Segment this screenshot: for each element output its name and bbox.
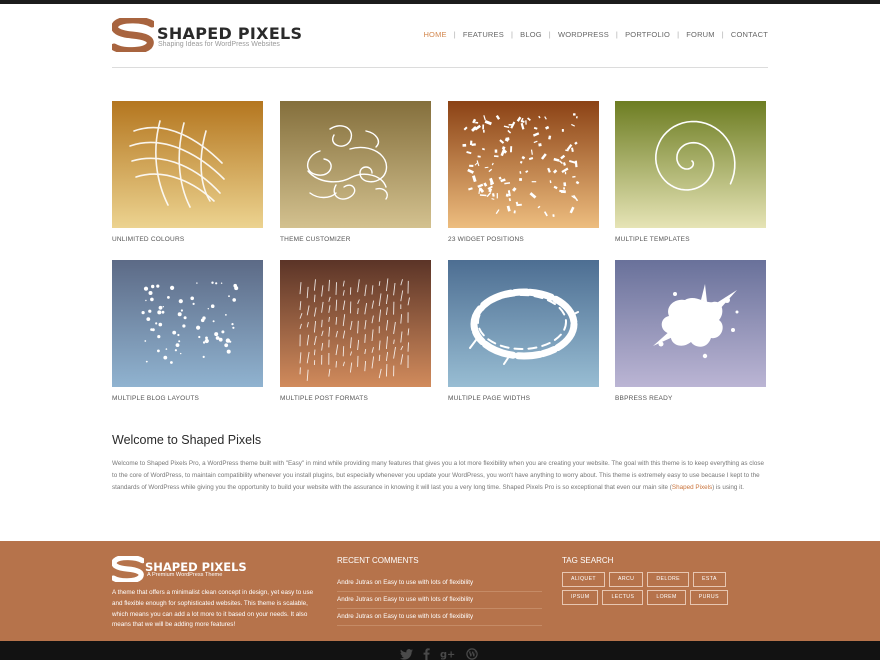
feature-card[interactable]: UNLIMITED COLOURS bbox=[112, 101, 263, 243]
footer-about-text: A theme that offers a minimalist clean c… bbox=[112, 589, 314, 629]
recent-comments-heading: RECENT COMMENTS bbox=[337, 556, 419, 565]
tag-lorem[interactable]: LOREM bbox=[647, 590, 686, 605]
nav-separator: | bbox=[677, 30, 680, 39]
nav-separator: | bbox=[453, 30, 456, 39]
welcome-text: Welcome to Shaped Pixels Pro, a WordPres… bbox=[112, 460, 764, 491]
nav-separator: | bbox=[510, 30, 514, 39]
top-bar bbox=[0, 0, 880, 4]
feature-card[interactable]: 23 WIDGET POSITIONS bbox=[448, 101, 599, 243]
svg-text:g+: g+ bbox=[440, 650, 455, 660]
nav-item-contact[interactable]: CONTACT bbox=[731, 30, 768, 39]
tag-purus[interactable]: PURUS bbox=[689, 590, 728, 605]
feature-label: 23 WIDGET POSITIONS bbox=[448, 236, 524, 243]
main-nav: HOME | FEATURES | BLOG | WORDPRESS | PORTFOLIO | F… bbox=[423, 30, 768, 39]
logo-s-mark bbox=[112, 18, 154, 52]
feature-card[interactable]: MULTIPLE POST FORMATS bbox=[280, 260, 431, 402]
nav-separator: | bbox=[721, 30, 724, 39]
feature-card[interactable]: BBPRESS READY bbox=[615, 260, 766, 402]
tag-delore[interactable]: DELORE bbox=[647, 572, 690, 587]
feature-label: BBPRESS READY bbox=[615, 395, 673, 402]
feature-card[interactable]: MULTIPLE TEMPLATES bbox=[615, 101, 766, 243]
social-links: g+ W bbox=[400, 648, 478, 660]
nav-item-features[interactable]: FEATURES bbox=[463, 30, 504, 39]
tag-lectus[interactable]: LECTUS bbox=[602, 590, 644, 605]
logo-tagline: Shaping Ideas for WordPress Websites bbox=[158, 41, 280, 48]
feature-card[interactable]: MULTIPLE PAGE WIDTHS bbox=[448, 260, 599, 402]
tag-ipsum[interactable]: IPSUM bbox=[562, 590, 599, 605]
nav-item-wordpress[interactable]: WORDPRESS bbox=[558, 30, 609, 39]
feature-label: UNLIMITED COLOURS bbox=[112, 236, 185, 243]
facebook-icon[interactable] bbox=[423, 648, 430, 660]
feature-label: MULTIPLE TEMPLATES bbox=[615, 236, 690, 243]
footer-logo[interactable]: Shaped Pixels A Premium WordPress Theme bbox=[112, 556, 252, 582]
nav-item-blog[interactable]: BLOG bbox=[520, 30, 542, 39]
nav-item-home[interactable]: HOME bbox=[423, 30, 446, 39]
nav-item-forum[interactable]: FORUM bbox=[686, 30, 715, 39]
brush-strokes-icon bbox=[112, 101, 263, 228]
confetti-scatter-icon bbox=[448, 101, 599, 228]
tag-search-heading: TAG SEARCH bbox=[562, 556, 614, 565]
footer-logo-tagline: A Premium WordPress Theme bbox=[147, 572, 223, 578]
twitter-icon[interactable] bbox=[400, 648, 413, 660]
tag-cloud: ALIQUET ARCU DELORE ESTA IPSUM LECTUS LOREM PUR… bbox=[562, 572, 768, 608]
tag-aliquet[interactable]: ALIQUET bbox=[562, 572, 605, 587]
welcome-body: Welcome to Shaped Pixels Pro, a WordPres… bbox=[112, 458, 768, 494]
tag-esta[interactable]: ESTA bbox=[693, 572, 726, 587]
feature-label: THEME CUSTOMIZER bbox=[280, 236, 351, 243]
swirl-doodle-icon bbox=[280, 101, 431, 228]
recent-comment-item[interactable]: Andre Jutras on Easy to use with lots of… bbox=[337, 575, 542, 592]
nav-item-portfolio[interactable]: PORTFOLIO bbox=[625, 30, 670, 39]
feature-card[interactable]: THEME CUSTOMIZER bbox=[280, 101, 431, 243]
welcome-text-end: ) is using it. bbox=[712, 484, 745, 491]
tag-arcu[interactable]: ARCU bbox=[609, 572, 644, 587]
site-header: Shaped Pixels Shaping Ideas for WordPres… bbox=[112, 16, 768, 68]
footer-logo-s-mark bbox=[112, 556, 144, 582]
feature-label: MULTIPLE BLOG LAYOUTS bbox=[112, 395, 200, 402]
recent-comments-list: Andre Jutras on Easy to use with lots of… bbox=[337, 575, 542, 626]
svg-text:W: W bbox=[468, 651, 477, 659]
google-plus-icon[interactable]: g+ bbox=[440, 648, 456, 660]
site-logo[interactable]: Shaped Pixels Shaping Ideas for WordPres… bbox=[112, 18, 312, 54]
site-footer: Shaped Pixels A Premium WordPress Theme … bbox=[0, 541, 880, 641]
shaped-pixels-link[interactable]: Shaped Pixels bbox=[672, 484, 712, 491]
recent-comment-item[interactable]: Andre Jutras on Easy to use with lots of… bbox=[337, 592, 542, 609]
grunge-ring-icon bbox=[448, 260, 599, 387]
nav-separator: | bbox=[548, 30, 551, 39]
wordpress-icon[interactable]: W bbox=[466, 648, 478, 660]
nav-separator: | bbox=[615, 30, 619, 39]
spiral-icon bbox=[615, 101, 766, 228]
paint-splat-icon bbox=[615, 260, 766, 387]
dot-scatter-icon bbox=[112, 260, 263, 387]
feature-label: MULTIPLE POST FORMATS bbox=[280, 395, 368, 402]
feature-card[interactable]: MULTIPLE BLOG LAYOUTS bbox=[112, 260, 263, 402]
dashes-pattern-icon bbox=[280, 260, 431, 387]
recent-comment-item[interactable]: Andre Jutras on Easy to use with lots of… bbox=[337, 609, 542, 626]
feature-label: MULTIPLE PAGE WIDTHS bbox=[448, 395, 531, 402]
bottom-bar: g+ W bbox=[0, 641, 880, 660]
welcome-title: Welcome to Shaped Pixels bbox=[112, 433, 262, 447]
